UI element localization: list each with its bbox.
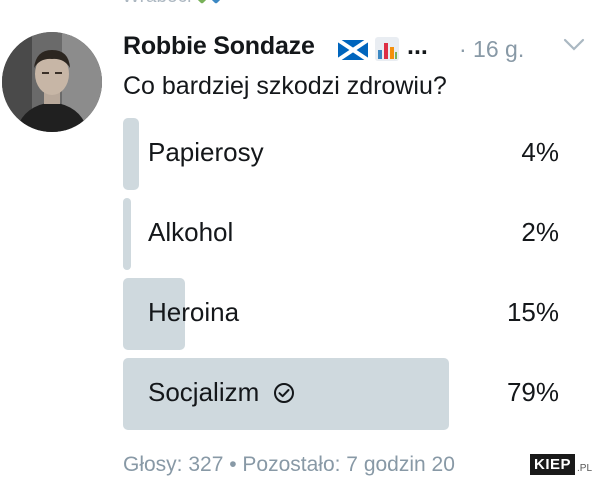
poll-option-socjalizm[interactable]: Socjalizm 79% — [123, 358, 563, 430]
poll-option-label: Papierosy — [148, 137, 264, 167]
poll-bar — [123, 118, 139, 190]
poll-option-label: Socjalizm — [148, 377, 295, 408]
check-circle-icon — [274, 382, 295, 403]
poll-option-label: Heroina — [148, 297, 240, 327]
green-heart-emoji-icon — [195, 0, 210, 5]
poll-option-label: Alkohol — [148, 217, 234, 247]
poll-option-percent: 4% — [521, 137, 559, 167]
poll-option-percent: 2% — [521, 217, 559, 247]
watermark-logo: KIEP .PL — [530, 452, 592, 476]
avatar[interactable] — [2, 32, 102, 132]
name-truncation-ellipsis: ... — [407, 32, 428, 60]
poll-option-percent: 15% — [506, 297, 559, 327]
blue-heart-emoji-icon — [209, 0, 224, 5]
poll-question: Co bardziej szkodzi zdrowiu? — [123, 72, 447, 100]
previous-tweet-fragment: Wrabocr — [122, 0, 224, 8]
chevron-down-icon[interactable] — [563, 38, 585, 52]
bar-chart-emoji-icon — [375, 37, 399, 61]
poll-option-percent: 79% — [506, 377, 559, 407]
tweet-header: Robbie Sondaze ... · 16 g. — [123, 28, 593, 68]
author-name[interactable]: Robbie Sondaze — [123, 32, 315, 61]
scotland-flag-icon — [338, 40, 368, 60]
watermark-brand: KIEP — [530, 453, 576, 475]
previous-tweet-text: Wrabocr — [122, 0, 193, 8]
tweet-timestamp[interactable]: · 16 g. — [459, 36, 524, 63]
poll-bar — [123, 198, 131, 270]
poll-option-papierosy[interactable]: Papierosy 4% — [123, 118, 563, 190]
poll-option-alkohol[interactable]: Alkohol 2% — [123, 198, 563, 270]
watermark-suffix: .PL — [577, 462, 593, 474]
poll-footer: Głosy: 327 • Pozostało: 7 godzin 20 — [123, 453, 455, 476]
poll-option-heroina[interactable]: Heroina 15% — [123, 278, 563, 350]
avatar-photo — [2, 32, 102, 132]
